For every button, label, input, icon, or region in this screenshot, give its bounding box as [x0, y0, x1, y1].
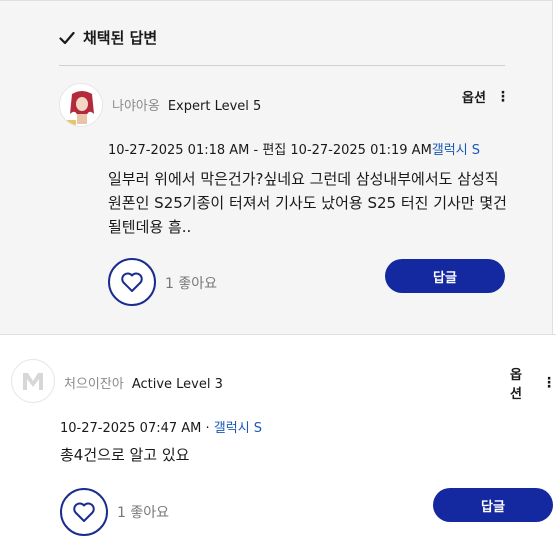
like-button[interactable]: [60, 488, 108, 536]
post-meta: 10-27-2025 01:18 AM - 편집 10-27-2025 01:1…: [108, 139, 480, 158]
category-link[interactable]: 갤럭시 S: [214, 421, 262, 436]
post-date: 10-27-2025 01:18 AM: [108, 143, 250, 158]
reply-button[interactable]: 답글: [433, 488, 553, 522]
author-rank: Active Level 3: [131, 377, 223, 392]
author-info: 처으이잔아 Active Level 3: [64, 373, 223, 392]
author-name[interactable]: 처으이잔아: [64, 373, 124, 392]
meta-separator: ·: [201, 421, 214, 436]
heart-icon: [121, 272, 143, 292]
edit-date: 10-27-2025 01:19 AM: [290, 143, 432, 158]
options-menu[interactable]: 옵션 ⋮: [462, 87, 510, 107]
like-count: 1 좋아요: [165, 276, 217, 292]
edit-prefix: - 편집: [249, 143, 291, 158]
check-icon: [59, 31, 75, 45]
accepted-title: 채택된 답변: [83, 29, 158, 47]
author-name[interactable]: 나야아옹: [112, 95, 160, 114]
more-vertical-icon[interactable]: ⋮: [496, 90, 510, 104]
reply-button[interactable]: 답글: [385, 259, 505, 293]
divider: [59, 65, 505, 66]
like-count: 1 좋아요: [117, 505, 169, 521]
author-rank: Expert Level 5: [167, 99, 262, 114]
options-label[interactable]: 옵션: [462, 87, 486, 106]
heart-icon: [73, 502, 95, 522]
avatar-icon: [60, 84, 102, 126]
options-label[interactable]: 옵션: [510, 364, 532, 402]
avatar[interactable]: [59, 83, 103, 127]
avatar-icon: [23, 373, 43, 390]
category-link[interactable]: 갤럭시 S: [432, 143, 480, 158]
author-info: 나야아옹 Expert Level 5: [112, 95, 261, 114]
more-vertical-icon[interactable]: ⋮: [542, 376, 556, 390]
post-body: 일부러 위에서 막은건가?싶네요 그런데 삼성내부에서도 삼성직원폰인 S25기…: [108, 170, 507, 236]
post-date: 10-27-2025 07:47 AM: [60, 421, 202, 436]
post-body: 총4건으로 알고 있요: [60, 446, 190, 464]
divider: [0, 334, 556, 335]
accepted-header: 채택된 답변: [59, 27, 157, 48]
accepted-answer: 채택된 답변 나야아옹 Expert Level 5 옵션 ⋮ 10-27-20…: [0, 0, 553, 334]
like-button[interactable]: [108, 258, 156, 306]
avatar[interactable]: [11, 359, 55, 403]
post-meta: 10-27-2025 07:47 AM · 갤럭시 S: [60, 417, 262, 436]
options-menu[interactable]: 옵션 ⋮: [510, 364, 556, 402]
